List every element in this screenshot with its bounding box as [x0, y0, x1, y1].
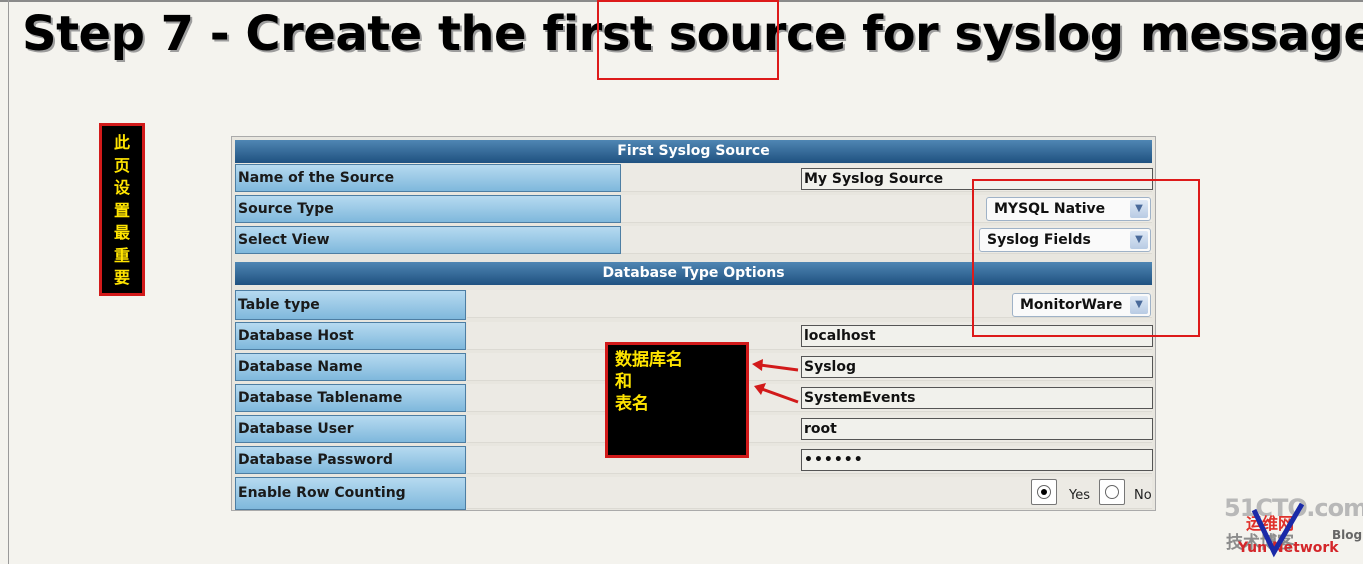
callout-line: 和 [615, 372, 632, 392]
label-select-view: Select View [235, 226, 621, 254]
callout-line: 数据库名 [615, 350, 683, 370]
callout-line: 表名 [615, 394, 649, 414]
annotation-char: 置 [113, 200, 130, 220]
db-name-input[interactable]: Syslog [801, 356, 1153, 378]
row-counting-yes-radio[interactable] [1031, 479, 1057, 505]
vertical-annotation: 此 页 设 置 最 重 要 [99, 123, 145, 296]
section-header-first-source: First Syslog Source [235, 140, 1152, 163]
label-row-counting: Enable Row Counting [235, 477, 466, 510]
db-password-input[interactable]: •••••• [801, 449, 1153, 471]
type-options-highlight-box [972, 179, 1200, 337]
annotation-char: 此 [113, 133, 130, 152]
label-db-user: Database User [235, 415, 466, 443]
annotation-char: 页 [113, 155, 130, 175]
v-logo-icon [1251, 502, 1305, 558]
row-counting-no-radio[interactable] [1099, 479, 1125, 505]
source-highlight-box [597, 0, 779, 80]
label-db-host: Database Host [235, 322, 466, 350]
title-prefix: Step 7 - Create the first [22, 6, 669, 62]
db-name-callout: 数据库名 和 表名 [605, 342, 749, 458]
label-source-type: Source Type [235, 195, 621, 223]
annotation-char: 重 [113, 245, 130, 265]
label-db-tablename: Database Tablename [235, 384, 466, 412]
watermark: 51CTO.com 运维网 技术博客 Blog Yun Network [1224, 494, 1363, 560]
label-db-password: Database Password [235, 446, 466, 474]
row-counting-yes-label: Yes [1069, 488, 1090, 503]
label-source-name: Name of the Source [235, 164, 621, 192]
label-table-type: Table type [235, 290, 466, 320]
row-counting-no-label: No [1134, 488, 1152, 503]
annotation-char: 设 [113, 178, 130, 197]
left-border [8, 0, 9, 564]
annotation-char: 要 [113, 268, 130, 287]
title-suffix: for syslog messages [845, 6, 1363, 62]
db-tablename-input[interactable]: SystemEvents [801, 387, 1153, 409]
annotation-char: 最 [113, 223, 130, 242]
label-db-name: Database Name [235, 353, 466, 381]
db-user-input[interactable]: root [801, 418, 1153, 440]
arrow-left-icon [752, 359, 799, 404]
